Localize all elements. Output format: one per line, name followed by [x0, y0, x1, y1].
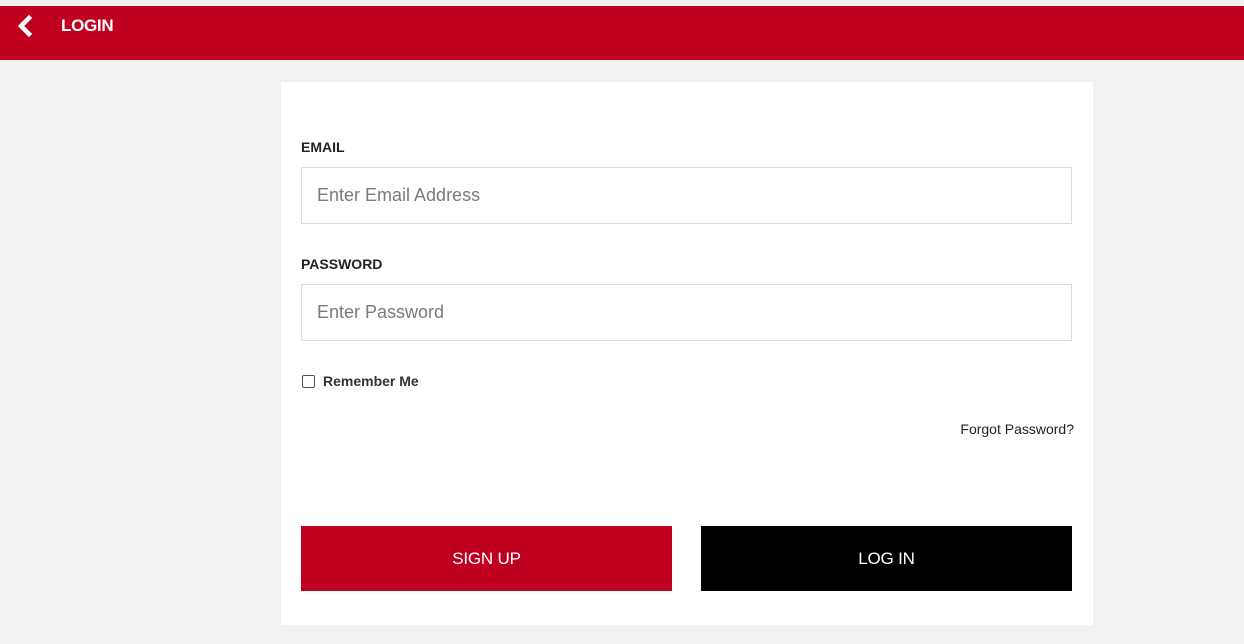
- back-button[interactable]: [14, 6, 36, 46]
- password-label: PASSWORD: [301, 256, 383, 272]
- password-input[interactable]: [301, 284, 1072, 341]
- header-bar: LOGIN: [0, 6, 1244, 60]
- page-title: LOGIN: [61, 16, 114, 35]
- email-label: EMAIL: [301, 139, 345, 155]
- chevron-left-icon: [14, 15, 36, 37]
- remember-me-row[interactable]: Remember Me: [302, 373, 419, 389]
- email-input[interactable]: [301, 167, 1072, 224]
- login-card: EMAIL PASSWORD Remember Me Forgot Passwo…: [281, 82, 1093, 625]
- log-in-button[interactable]: LOG IN: [701, 526, 1072, 591]
- remember-me-checkbox[interactable]: [302, 374, 315, 388]
- forgot-password-link[interactable]: Forgot Password?: [960, 421, 1074, 437]
- sign-up-button[interactable]: SIGN UP: [301, 526, 672, 591]
- remember-me-label: Remember Me: [323, 373, 419, 389]
